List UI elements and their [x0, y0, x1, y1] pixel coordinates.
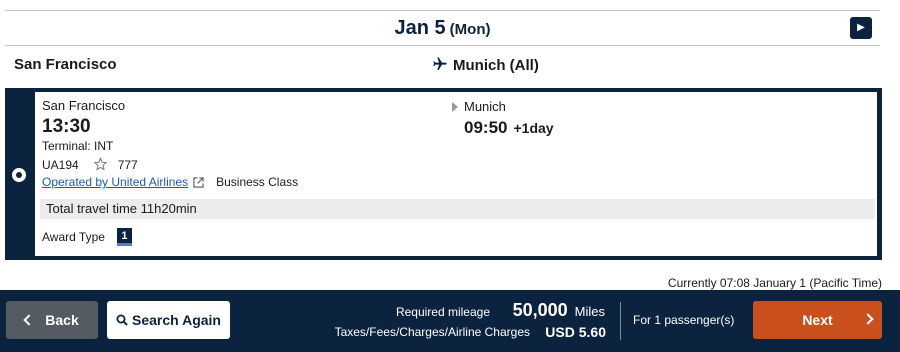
departure-time: 13:30: [42, 116, 91, 137]
flight-info-row: UA194 777: [42, 157, 138, 172]
current-time: Currently 07:08 January 1 (Pacific Time): [667, 276, 882, 290]
total-travel-time: Total travel time 11h20min: [40, 199, 875, 219]
departure-city: San Francisco: [42, 98, 126, 113]
award-type-badge[interactable]: 1: [116, 228, 132, 246]
weekday-label: (Mon): [449, 21, 491, 38]
operated-by-link[interactable]: Operated by United Airlines: [42, 175, 188, 189]
date-title: Jan 5 (Mon): [5, 17, 880, 40]
star-alliance-icon: [93, 157, 107, 171]
footer-bar: Back Search Again Required mileage 50,00…: [0, 290, 900, 352]
external-link-icon: [193, 176, 204, 188]
arrival-day-offset: +1day: [513, 120, 554, 136]
arrow-right-icon: [452, 101, 458, 112]
chevron-right-icon: ▶: [857, 22, 865, 33]
next-button[interactable]: Next: [753, 301, 882, 339]
search-again-label: Search Again: [132, 312, 221, 328]
footer-divider: [620, 302, 621, 340]
flight-option-card[interactable]: San Francisco 13:30 Terminal: INT UA194 …: [5, 88, 882, 260]
route-destination-wrap: Munich (All): [432, 56, 539, 74]
mileage-label: Required mileage: [395, 305, 490, 319]
mileage-unit: Miles: [574, 304, 605, 319]
route-destination: Munich (All): [453, 57, 539, 74]
date-label: Jan 5: [394, 17, 446, 39]
flight-number: UA194: [42, 157, 79, 172]
arrival-city: Munich: [464, 99, 506, 114]
arrival-city-row: Munich: [452, 99, 506, 114]
search-again-button[interactable]: Search Again: [107, 301, 230, 339]
route-origin: San Francisco: [14, 56, 117, 73]
next-label: Next: [802, 312, 833, 328]
back-button[interactable]: Back: [6, 301, 98, 339]
taxes-label: Taxes/Fees/Charges/Airline Charges: [334, 325, 530, 339]
chevron-right-icon: [862, 313, 874, 325]
flight-select-radio[interactable]: [12, 168, 26, 182]
award-type-label: Award Type: [42, 230, 105, 244]
aircraft-type: 777: [117, 157, 138, 172]
passenger-count: For 1 passenger(s): [633, 313, 735, 327]
arrival-time-row: 09:50 +1day: [464, 118, 554, 138]
taxes-value: USD 5.60: [545, 324, 606, 340]
operated-row: Operated by United Airlines Business Cla…: [42, 175, 298, 189]
mileage-amount: 50,000: [512, 300, 568, 320]
terminal: Terminal: INT: [42, 139, 114, 153]
back-label: Back: [45, 312, 79, 328]
mileage-value: 50,000 Miles: [513, 300, 605, 321]
chevron-left-icon: [23, 314, 35, 326]
award-type-row: Award Type 1: [42, 228, 132, 246]
arrival-time: 09:50: [464, 118, 508, 137]
flight-details: San Francisco 13:30 Terminal: INT UA194 …: [35, 92, 877, 256]
search-icon: [116, 314, 128, 326]
cabin-class: Business Class: [216, 175, 299, 189]
airplane-icon: [433, 57, 447, 70]
next-date-button[interactable]: ▶: [850, 17, 872, 39]
date-header: Jan 5 (Mon) ▶: [5, 10, 880, 46]
